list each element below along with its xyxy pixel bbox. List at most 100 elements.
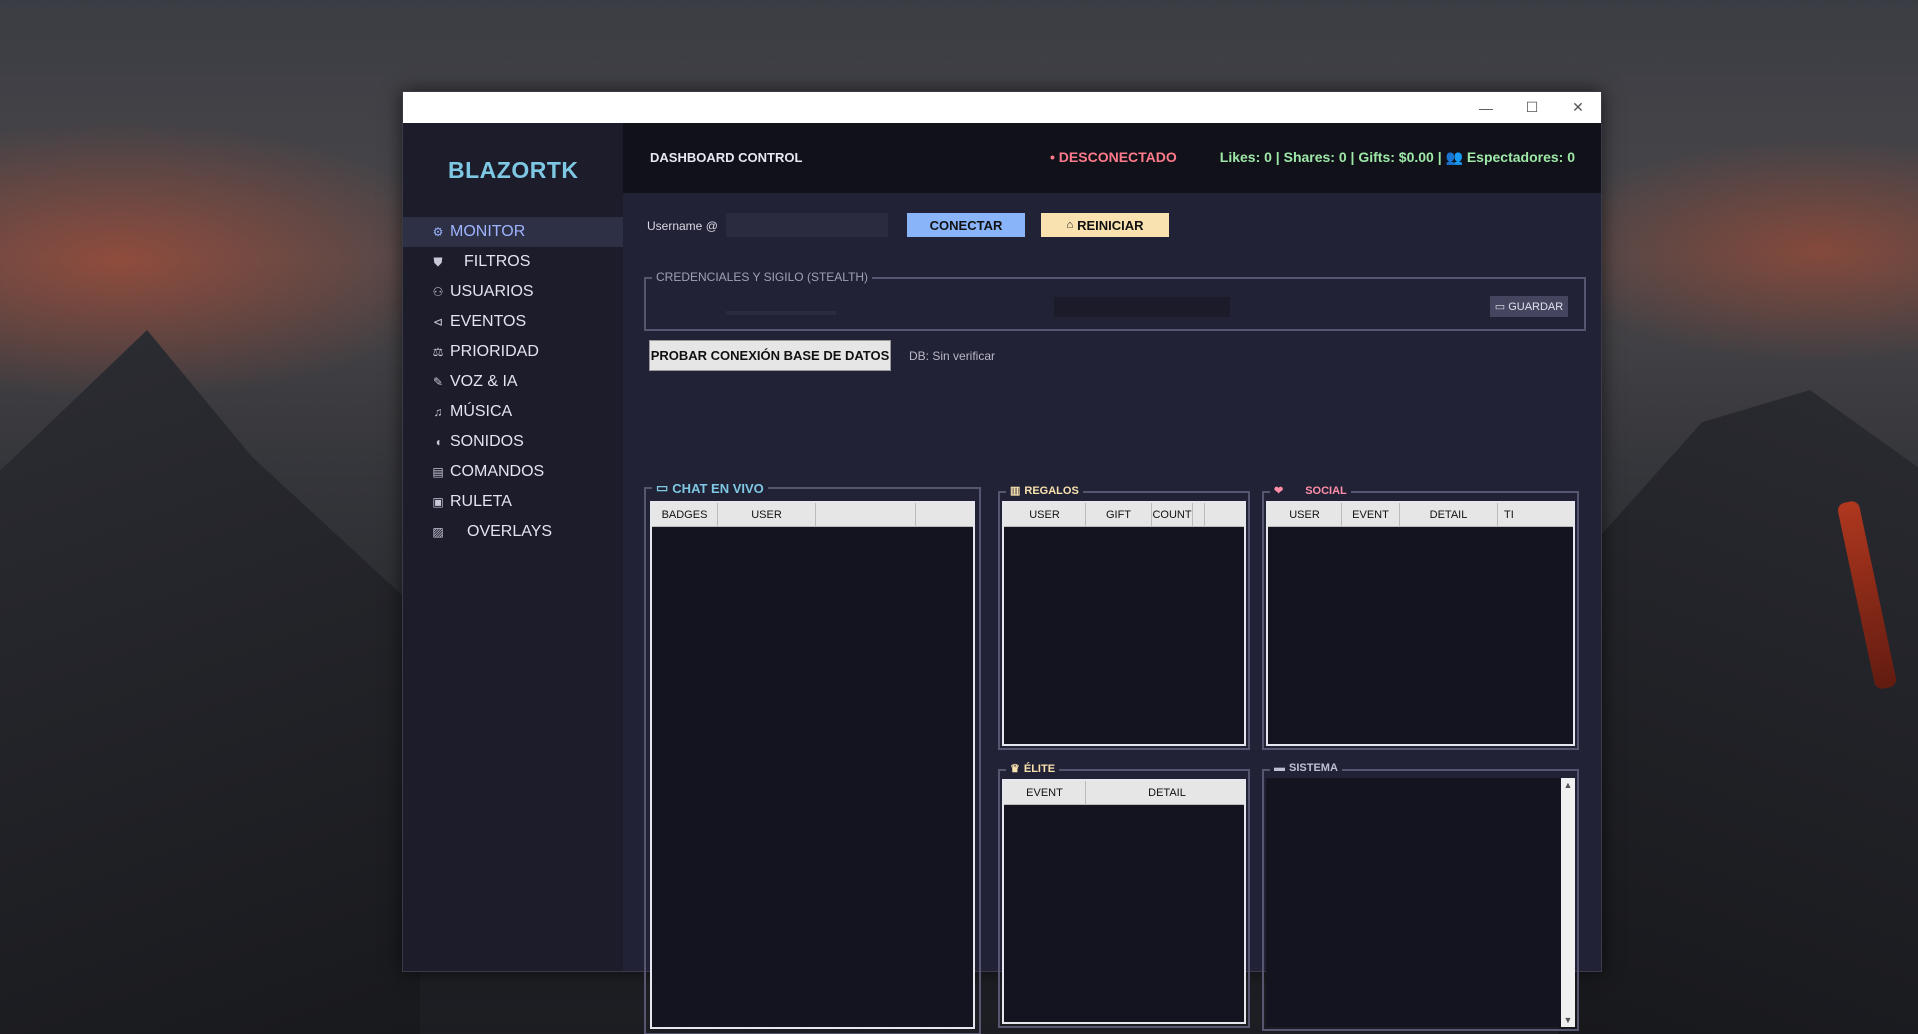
header-bar: DASHBOARD CONTROL • DESCONECTADO Likes: … [623,123,1601,193]
background-mountain-left [0,330,420,1034]
username-label: Username @ [647,219,718,233]
pen-icon: ✎ [432,375,444,389]
system-log-scrollbar[interactable]: ▲ ▼ [1561,778,1575,1027]
chat-table-header: BADGES USER [652,503,973,527]
gifts-table[interactable]: USER GIFT COUNT [1002,501,1246,746]
sidebar: BLAZORTK ⚙ MONITOR ⛊ FILTROS ⚇ USUARIOS … [403,123,623,971]
page-title: DASHBOARD CONTROL [650,150,803,165]
credentials-legend: CREDENCIALES Y SIGILO (STEALTH) [652,270,873,284]
column-header-user[interactable]: USER [718,503,816,526]
chat-legend: ▭ CHAT EN VIVO [652,480,768,496]
heart-icon: ❤ [1274,485,1284,497]
scroll-up-icon[interactable]: ▲ [1561,778,1575,792]
sidebar-item-label: SONIDOS [450,433,524,450]
keyboard-icon: ▤ [432,465,444,479]
restart-label: REINICIAR [1077,217,1144,233]
system-group: ▬ SISTEMA ▲ ▼ [1262,762,1579,1031]
chat-group: ▭ CHAT EN VIVO BADGES USER [644,480,981,1034]
column-header-time[interactable]: TI [1498,503,1573,526]
social-table[interactable]: USER EVENT DETAIL TI [1266,501,1575,746]
column-header-gift[interactable]: GIFT [1086,503,1152,526]
sidebar-item-prioridad[interactable]: ⚖ PRIORIDAD [403,337,623,367]
credentials-legend-text: CREDENCIALES Y SIGILO (STEALTH) [656,270,869,284]
social-legend-text: SOCIAL [1305,484,1347,497]
sidebar-item-monitor[interactable]: ⚙ MONITOR [403,217,623,247]
restart-icon: ⌂ [1066,219,1074,231]
column-header-event[interactable]: EVENT [1342,503,1400,526]
credentials-group: CREDENCIALES Y SIGILO (STEALTH) ▭ GUARDA… [644,270,1586,331]
close-button[interactable]: ✕ [1555,92,1601,123]
maximize-button[interactable]: ☐ [1509,92,1555,123]
connection-status: • DESCONECTADO [1050,149,1177,165]
sidebar-item-label: EVENTOS [450,313,527,330]
username-input[interactable] [726,213,888,237]
column-header-message[interactable] [816,503,916,526]
column-header-user[interactable]: USER [1004,503,1086,526]
system-legend-text: SISTEMA [1289,762,1338,774]
monitor-icon: ▬ [1274,762,1285,774]
elite-legend: ♛ ÉLITE [1006,762,1060,775]
test-db-connection-button[interactable]: PROBAR CONEXIÓN BASE DE DATOS [649,340,891,371]
sidebar-item-label: MÚSICA [450,403,513,420]
sidebar-item-comandos[interactable]: ▤ COMANDOS [403,457,623,487]
scroll-down-icon[interactable]: ▼ [1561,1013,1575,1027]
sidebar-item-label: PRIORIDAD [450,343,539,360]
crown-icon: ♛ [1010,763,1020,775]
scale-icon: ⚖ [432,345,444,359]
sidebar-item-overlays[interactable]: ▨ OVERLAYS [403,517,623,547]
token-field[interactable] [1054,297,1230,317]
column-header-badges[interactable]: BADGES [652,503,718,526]
gift-icon: ▥ [1010,485,1021,497]
elite-table[interactable]: EVENT DETAIL [1002,779,1246,1024]
sidebar-item-sonidos[interactable]: ◖ SONIDOS [403,427,623,457]
social-table-header: USER EVENT DETAIL TI [1268,503,1573,527]
column-header-detail[interactable]: DETAIL [1400,503,1498,526]
chat-legend-text: CHAT EN VIVO [672,480,764,496]
gifts-legend-text: REGALOS [1024,484,1079,497]
shield-icon: ⛊ [433,254,443,269]
column-header-count[interactable]: COUNT [1152,503,1193,526]
chat-table[interactable]: BADGES USER [650,501,975,1029]
save-button[interactable]: ▭ GUARDAR [1490,296,1568,317]
sidebar-item-filtros[interactable]: ⛊ FILTROS [403,247,623,277]
roulette-icon: ▣ [432,495,444,509]
connect-button[interactable]: CONECTAR [907,213,1025,237]
app-window: — ☐ ✕ BLAZORTK ⚙ MONITOR ⛊ FILTROS ⚇ USU… [402,91,1602,1034]
system-log[interactable]: ▲ ▼ [1266,778,1575,1027]
column-header-extra[interactable] [1193,503,1205,526]
elite-table-header: EVENT DETAIL [1004,781,1244,805]
column-header-event[interactable]: EVENT [1004,781,1086,804]
sidebar-item-ruleta[interactable]: ▣ RULETA [403,487,623,517]
minimize-button[interactable]: — [1463,92,1509,123]
session-field[interactable] [726,311,836,315]
column-header-user[interactable]: USER [1268,503,1342,526]
music-icon: ♫ [433,405,443,419]
speaker-icon: ◖ [434,435,442,449]
sidebar-item-musica[interactable]: ♫ MÚSICA [403,397,623,427]
gifts-group: ▥ REGALOS USER GIFT COUNT [998,484,1250,750]
main-content: Username @ CONECTAR ⌂ REINICIAR CREDENCI… [623,193,1601,1034]
title-bar: — ☐ ✕ [403,92,1601,123]
elite-group: ♛ ÉLITE EVENT DETAIL [998,762,1250,1028]
social-group: ❤ SOCIAL USER EVENT DETAIL TI [1262,484,1579,750]
sidebar-nav: ⚙ MONITOR ⛊ FILTROS ⚇ USUARIOS ⊲ EVENTOS… [403,217,623,547]
sidebar-item-label: COMANDOS [450,463,545,480]
megaphone-icon: ⊲ [432,315,444,329]
sidebar-item-usuarios[interactable]: ⚇ USUARIOS [403,277,623,307]
column-header-detail[interactable]: DETAIL [1086,781,1244,804]
sidebar-item-label: USUARIOS [450,283,534,300]
restart-button[interactable]: ⌂ REINICIAR [1041,213,1169,237]
system-legend: ▬ SISTEMA [1270,762,1342,774]
social-legend: ❤ SOCIAL [1270,484,1351,497]
sidebar-item-label: MONITOR [450,223,526,240]
users-icon: ⚇ [432,285,444,299]
sidebar-item-label: RULETA [450,493,512,510]
background-mountain-right [1558,390,1918,1034]
save-icon: ▭ [1494,301,1506,313]
gifts-legend: ▥ REGALOS [1006,484,1083,497]
live-stats: Likes: 0 | Shares: 0 | Gifts: $0.00 | 👥 … [1219,149,1575,165]
db-status: DB: Sin verificar [909,349,996,363]
sidebar-item-eventos[interactable]: ⊲ EVENTOS [403,307,623,337]
sidebar-item-voz-ia[interactable]: ✎ VOZ & IA [403,367,623,397]
image-icon: ▨ [432,525,444,539]
